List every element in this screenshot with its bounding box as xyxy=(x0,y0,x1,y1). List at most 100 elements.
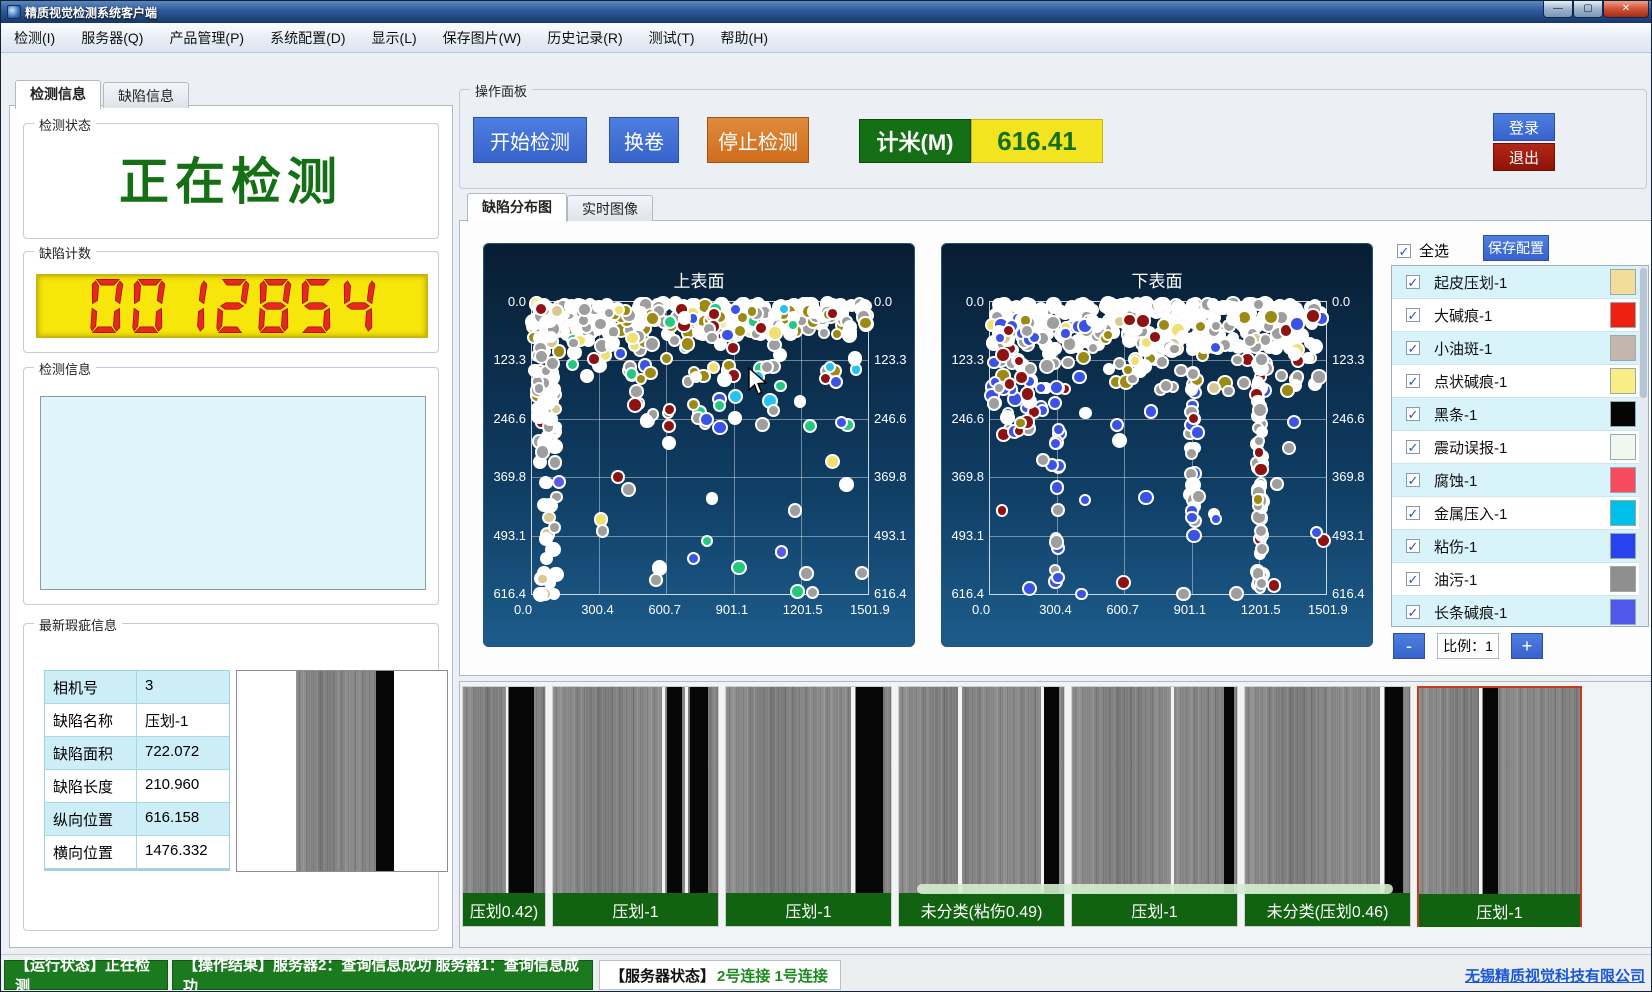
legend-item-5[interactable]: ✓ 震动误报-1 xyxy=(1392,431,1648,464)
gridline-h xyxy=(532,360,868,361)
scatter-point xyxy=(828,309,837,318)
legend-item-10[interactable]: ✓长条碱痕-1 xyxy=(1392,596,1648,627)
legend-checkbox[interactable]: ✓ xyxy=(1406,605,1420,619)
scatter-point xyxy=(1005,379,1014,388)
scatter-point xyxy=(1038,406,1047,415)
scatter-point xyxy=(1254,300,1263,309)
menu-item-5[interactable]: 保存图片(W) xyxy=(430,24,535,52)
chart-plot-area: 0.00.00.0123.3123.3300.4246.6246.6600.73… xyxy=(531,301,869,595)
legend-checkbox[interactable]: ✓ xyxy=(1406,506,1420,520)
scatter-point xyxy=(1075,300,1085,310)
thumbnail-band xyxy=(690,687,708,893)
legend-checkbox[interactable]: ✓ xyxy=(1406,341,1420,355)
scatter-point xyxy=(735,326,746,337)
scatter-point xyxy=(596,514,606,524)
x-tick: 300.4 xyxy=(1039,602,1072,617)
thumbnail-image xyxy=(1245,687,1410,893)
tab-live-image[interactable]: 实时图像 xyxy=(567,195,653,221)
y-tick-right: 246.6 xyxy=(1332,411,1365,426)
scatter-point xyxy=(708,494,717,503)
thumbnail-image xyxy=(553,687,718,893)
legend-checkbox[interactable]: ✓ xyxy=(1406,473,1420,487)
menu-item-7[interactable]: 测试(T) xyxy=(636,24,708,52)
legend-color-swatch xyxy=(1610,269,1636,295)
scatter-point xyxy=(646,338,658,350)
scatter-point xyxy=(1187,479,1199,491)
y-tick-left: 246.6 xyxy=(493,411,526,426)
legend-checkbox[interactable]: ✓ xyxy=(1406,374,1420,388)
legend-checkbox[interactable]: ✓ xyxy=(1406,407,1420,421)
menu-item-4[interactable]: 显示(L) xyxy=(359,24,430,52)
save-config-button[interactable]: 保存配置 xyxy=(1483,235,1549,261)
minimize-button[interactable]: — xyxy=(1543,1,1573,18)
start-detect-button[interactable]: 开始检测 xyxy=(473,117,587,163)
exit-button[interactable]: 退出 xyxy=(1493,143,1555,171)
legend-item-3[interactable]: ✓点状碱痕-1 xyxy=(1392,365,1648,398)
legend-item-7[interactable]: ✓金属压入-1 xyxy=(1392,497,1648,530)
detect-info-textarea[interactable] xyxy=(40,396,426,590)
legend-scrollbar-thumb[interactable] xyxy=(1640,268,1647,398)
tab-detect-info[interactable]: 检测信息 xyxy=(15,80,101,109)
maximize-button[interactable]: ▢ xyxy=(1573,1,1603,18)
legend-checkbox[interactable]: ✓ xyxy=(1406,539,1420,553)
scatter-point xyxy=(756,323,766,333)
y-tick-left: 616.4 xyxy=(493,586,526,601)
legend-checkbox[interactable]: ✓ xyxy=(1406,275,1420,289)
scatter-point xyxy=(589,354,598,363)
legend-label: 起皮压划-1 xyxy=(1434,272,1610,293)
menu-item-3[interactable]: 系统配置(D) xyxy=(257,24,358,52)
legend-item-9[interactable]: ✓油污-1 xyxy=(1392,563,1648,596)
scatter-point xyxy=(1170,345,1179,354)
login-button[interactable]: 登录 xyxy=(1493,113,1555,141)
legend-item-0[interactable]: ✓ 起皮压划-1 xyxy=(1392,266,1648,299)
legend-color-swatch xyxy=(1610,335,1636,361)
thumbnail-band xyxy=(851,687,854,893)
legend-item-6[interactable]: ✓ 腐蚀-1 xyxy=(1392,464,1648,497)
thumbnail-1[interactable]: 压划-1 xyxy=(552,686,719,927)
legend-label: 腐蚀-1 xyxy=(1434,470,1610,491)
stop-detect-button[interactable]: 停止检测 xyxy=(707,117,809,163)
company-link[interactable]: 无锡精质视觉科技有限公司 xyxy=(1465,965,1645,986)
menu-item-0[interactable]: 检测(I) xyxy=(1,24,68,52)
scatter-point xyxy=(714,422,725,433)
tab-defect-map[interactable]: 缺陷分布图 xyxy=(467,193,567,222)
legend-checkbox[interactable]: ✓ xyxy=(1406,440,1420,454)
scatter-point xyxy=(535,384,544,393)
legend-item-2[interactable]: ✓小油斑-1 xyxy=(1392,332,1648,365)
thumbnail-0[interactable]: 压划0.42) xyxy=(462,686,546,927)
change-roll-button[interactable]: 换卷 xyxy=(609,117,679,163)
lcd-digit xyxy=(338,277,378,335)
menu-item-1[interactable]: 服务器(Q) xyxy=(68,24,156,52)
legend-checkbox[interactable]: ✓ xyxy=(1406,572,1420,586)
legend-color-swatch xyxy=(1610,566,1636,592)
thumbnail-6[interactable]: 压划-1 xyxy=(1417,686,1582,927)
scatter-point xyxy=(1277,371,1286,380)
legend-item-4[interactable]: ✓黑条-1 xyxy=(1392,398,1648,431)
y-tick-left: 493.1 xyxy=(493,528,526,543)
select-all-checkbox[interactable]: ✓ xyxy=(1397,244,1411,258)
menu-item-8[interactable]: 帮助(H) xyxy=(708,24,781,52)
scatter-point xyxy=(1061,329,1069,337)
legend-checkbox[interactable]: ✓ xyxy=(1406,308,1420,322)
thumbnail-scrollbar-thumb[interactable] xyxy=(917,884,1393,894)
scatter-point xyxy=(844,329,856,341)
legend-scrollbar[interactable] xyxy=(1639,266,1648,626)
thumbnail-2[interactable]: 压划-1 xyxy=(725,686,892,927)
scatter-point xyxy=(537,446,548,457)
tab-defect-info[interactable]: 缺陷信息 xyxy=(103,82,189,108)
scatter-point xyxy=(1135,366,1145,376)
scatter-point xyxy=(1312,528,1321,537)
scatter-point xyxy=(1188,369,1198,379)
legend-color-swatch xyxy=(1610,599,1636,625)
scatter-point xyxy=(831,377,841,387)
chart-upper-surface: 上表面 0.00.00.0123.3123.3300.4246.6246.660… xyxy=(483,243,915,647)
scale-minus-button[interactable]: - xyxy=(1393,633,1425,659)
legend-label: 震动误报-1 xyxy=(1434,437,1610,458)
close-button[interactable]: ✕ xyxy=(1603,1,1649,18)
scale-plus-button[interactable]: + xyxy=(1511,633,1543,659)
menu-item-6[interactable]: 历史记录(R) xyxy=(534,24,635,52)
scatter-point xyxy=(1044,348,1055,359)
legend-item-1[interactable]: ✓大碱痕-1 xyxy=(1392,299,1648,332)
legend-item-8[interactable]: ✓粘伤-1 xyxy=(1392,530,1648,563)
menu-item-2[interactable]: 产品管理(P) xyxy=(156,24,257,52)
